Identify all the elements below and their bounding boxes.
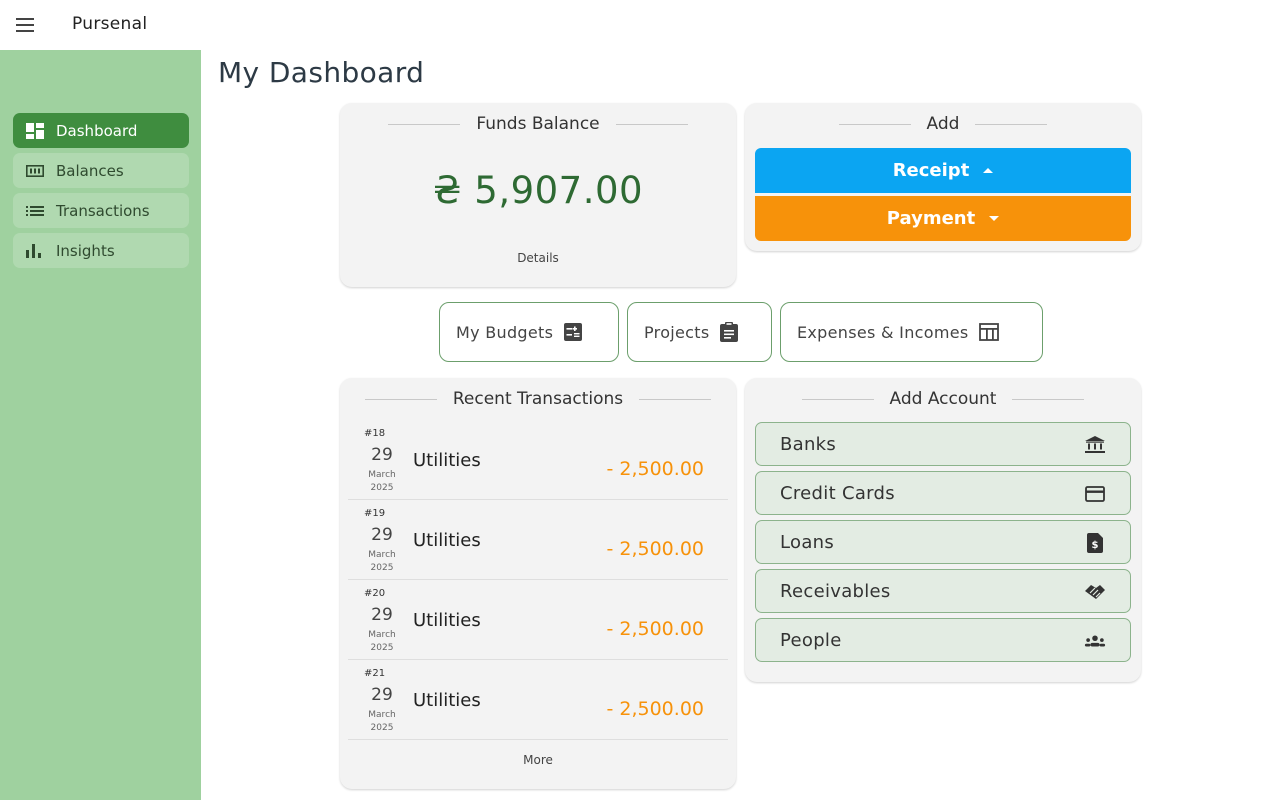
add-card: Add Receipt Payment [745, 103, 1141, 251]
transaction-amount: - 2,500.00 [606, 618, 704, 640]
sidebar-item-label: Insights [56, 241, 115, 260]
transaction-year: 2025 [370, 723, 394, 733]
transaction-day: 29 [371, 445, 393, 465]
people-icon [1084, 630, 1106, 652]
payment-button[interactable]: Payment [755, 196, 1131, 241]
transaction-day: 29 [371, 605, 393, 625]
app-title: Pursenal [72, 14, 148, 34]
sidebar-item-label: Transactions [56, 201, 150, 220]
sidebar: Dashboard Balances Transactions Insights [0, 50, 201, 800]
card-header: Recent Transactions [340, 388, 736, 410]
transaction-year: 2025 [370, 643, 394, 653]
loan-document-icon: $ [1084, 532, 1106, 554]
sidebar-item-transactions[interactable]: Transactions [13, 193, 189, 228]
details-link[interactable]: Details [340, 251, 736, 265]
transaction-day: 29 [371, 525, 393, 545]
card-title: Add [926, 114, 960, 134]
caret-down-icon [989, 216, 1000, 221]
transaction-row[interactable]: #21 29 March 2025 Utilities - 2,500.00 [348, 660, 728, 740]
budget-table-icon [563, 322, 583, 342]
add-receivable-button[interactable]: Receivables [755, 569, 1131, 613]
add-loan-button[interactable]: Loans $ [755, 520, 1131, 564]
bank-icon [1084, 434, 1106, 456]
add-account-card: Add Account Banks Credit Cards Loans $ R… [745, 378, 1141, 682]
dashboard-icon [26, 122, 44, 139]
receipt-button-label: Receipt [892, 160, 970, 181]
card-header: Add Account [745, 388, 1141, 410]
transaction-category: Utilities [413, 690, 481, 711]
svg-text:$: $ [1092, 540, 1099, 551]
transaction-year: 2025 [370, 563, 394, 573]
transaction-amount: - 2,500.00 [606, 538, 704, 560]
account-type-label: People [780, 629, 842, 651]
chip-label: Projects [644, 322, 710, 342]
add-credit-card-button[interactable]: Credit Cards [755, 471, 1131, 515]
card-title: Add Account [889, 389, 997, 409]
transaction-row[interactable]: #19 29 March 2025 Utilities - 2,500.00 [348, 500, 728, 580]
funds-balance-card: Funds Balance ₴ 5,907.00 Details [340, 103, 736, 287]
transaction-year: 2025 [370, 483, 394, 493]
sidebar-item-dashboard[interactable]: Dashboard [13, 113, 189, 148]
transaction-category: Utilities [413, 530, 481, 551]
sidebar-item-label: Dashboard [56, 121, 138, 140]
account-type-label: Receivables [780, 580, 891, 602]
clipboard-icon [719, 322, 739, 342]
transaction-id: #20 [364, 588, 386, 599]
transaction-month: March [368, 630, 396, 640]
recent-transactions-card: Recent Transactions #18 29 March 2025 Ut… [340, 378, 736, 789]
credit-card-icon [1084, 483, 1106, 505]
transaction-amount: - 2,500.00 [606, 458, 704, 480]
transaction-category: Utilities [413, 610, 481, 631]
chip-label: Expenses & Incomes [797, 322, 969, 342]
transaction-id: #19 [364, 508, 386, 519]
card-title: Recent Transactions [452, 389, 624, 409]
menu-icon[interactable] [16, 14, 40, 36]
balances-icon [26, 163, 44, 179]
add-bank-button[interactable]: Banks [755, 422, 1131, 466]
card-header: Funds Balance [340, 113, 736, 135]
divider [364, 398, 437, 400]
divider [615, 123, 688, 125]
receipt-button[interactable]: Receipt [755, 148, 1131, 193]
payment-button-label: Payment [886, 208, 976, 229]
transaction-day: 29 [371, 685, 393, 705]
divider [801, 398, 874, 400]
funds-amount: ₴ 5,907.00 [432, 169, 644, 212]
transaction-row[interactable]: #20 29 March 2025 Utilities - 2,500.00 [348, 580, 728, 660]
expenses-incomes-button[interactable]: Expenses & Incomes [780, 302, 1043, 362]
card-title: Funds Balance [476, 114, 600, 134]
caret-up-icon [983, 168, 994, 173]
more-link[interactable]: More [340, 753, 736, 767]
sidebar-item-balances[interactable]: Balances [13, 153, 189, 188]
my-budgets-button[interactable]: My Budgets [439, 302, 619, 362]
sidebar-item-label: Balances [56, 161, 124, 180]
top-app-bar: Pursenal [0, 0, 1280, 50]
divider [388, 123, 461, 125]
list-icon [26, 203, 44, 219]
transaction-id: #21 [364, 668, 386, 679]
sidebar-item-insights[interactable]: Insights [13, 233, 189, 268]
transaction-category: Utilities [413, 450, 481, 471]
add-people-button[interactable]: People [755, 618, 1131, 662]
chip-label: My Budgets [456, 322, 554, 342]
account-type-label: Banks [780, 433, 837, 455]
divider [1012, 398, 1085, 400]
handshake-icon [1084, 581, 1106, 603]
transaction-id: #18 [364, 428, 386, 439]
card-header: Add [745, 113, 1141, 135]
transaction-row[interactable]: #18 29 March 2025 Utilities - 2,500.00 [348, 420, 728, 500]
transaction-month: March [368, 710, 396, 720]
transaction-amount: - 2,500.00 [606, 698, 704, 720]
transaction-month: March [368, 550, 396, 560]
divider [838, 123, 911, 125]
transaction-month: March [368, 470, 396, 480]
projects-button[interactable]: Projects [627, 302, 772, 362]
divider [639, 398, 712, 400]
table-icon [978, 322, 999, 342]
account-type-label: Loans [780, 531, 835, 553]
page-title: My Dashboard [218, 56, 425, 89]
account-type-label: Credit Cards [780, 482, 895, 504]
divider [975, 123, 1048, 125]
bar-chart-icon [26, 243, 44, 259]
